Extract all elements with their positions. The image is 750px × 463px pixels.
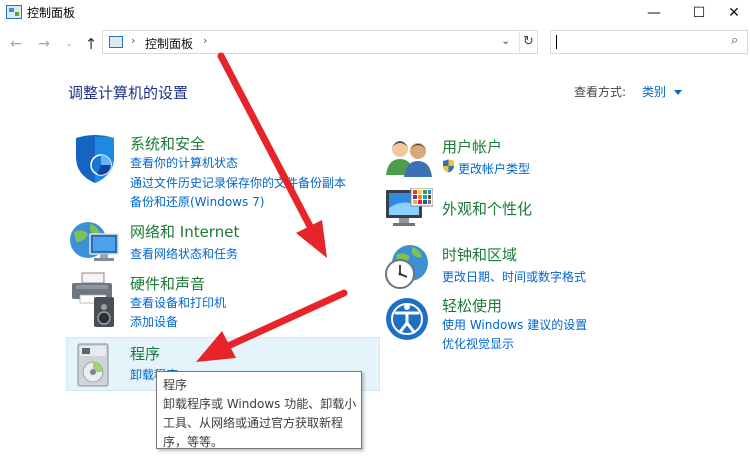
category-user-accounts[interactable]: 用户帐户: [442, 136, 502, 157]
view-by-label: 查看方式:: [574, 85, 627, 99]
network-globe-icon[interactable]: [68, 218, 124, 269]
programs-tooltip: 程序 卸载程序或 Windows 功能、卸载小 工具、从网络或通过官方获取新程 …: [156, 371, 362, 449]
tooltip-line: 序，等等。: [163, 435, 224, 449]
category-hardware-sound[interactable]: 硬件和声音: [130, 273, 205, 294]
forward-button[interactable]: →: [35, 34, 53, 54]
link-view-network-status[interactable]: 查看网络状态和任务: [130, 245, 238, 262]
up-button[interactable]: ↑: [82, 34, 100, 54]
search-icon[interactable]: ⌕: [731, 33, 738, 48]
link-add-device[interactable]: 添加设备: [130, 313, 178, 330]
link-windows-recommended-settings[interactable]: 使用 Windows 建议的设置: [442, 316, 587, 333]
category-system-security[interactable]: 系统和安全: [130, 133, 205, 154]
link-backup-restore[interactable]: 备份和还原(Windows 7): [130, 193, 264, 210]
minimize-button[interactable]: —: [631, 0, 677, 28]
category-network-internet[interactable]: 网络和 Internet: [130, 221, 239, 242]
navigation-bar: ← → ⌄ ↑ › 控制面板 › ⌄ ↻ ⌕: [0, 28, 750, 60]
link-optimize-visual-display[interactable]: 优化视觉显示: [442, 335, 514, 352]
view-by-dropdown[interactable]: 类别: [642, 83, 683, 100]
close-button[interactable]: ✕: [711, 0, 750, 28]
users-icon[interactable]: [384, 137, 434, 180]
category-clock-region[interactable]: 时钟和区域: [442, 244, 517, 265]
breadcrumb-control-panel[interactable]: 控制面板: [145, 35, 193, 52]
recent-locations-button[interactable]: ⌄: [60, 34, 78, 54]
address-bar[interactable]: › 控制面板 › ⌄ ↻: [102, 30, 538, 54]
programs-icon[interactable]: [76, 342, 110, 391]
back-button[interactable]: ←: [7, 34, 25, 54]
refresh-button[interactable]: ↻: [519, 31, 537, 53]
ease-of-access-icon[interactable]: [384, 296, 430, 345]
breadcrumb-separator[interactable]: ›: [203, 34, 207, 47]
link-change-date-time-format[interactable]: 更改日期、时间或数字格式: [442, 268, 586, 285]
breadcrumb-separator[interactable]: ›: [131, 34, 135, 47]
annotation-arrow-head: [296, 220, 327, 258]
uac-shield-icon: [442, 159, 455, 176]
category-programs[interactable]: 程序: [130, 343, 160, 364]
link-view-computer-status[interactable]: 查看你的计算机状态: [130, 154, 238, 171]
link-change-account-type[interactable]: 更改帐户类型: [458, 160, 530, 177]
page-heading: 调整计算机的设置: [68, 84, 189, 102]
chevron-down-icon: [674, 90, 683, 95]
link-devices-printers[interactable]: 查看设备和打印机: [130, 294, 226, 311]
search-input[interactable]: ⌕: [550, 30, 748, 54]
monitor-palette-icon[interactable]: [385, 187, 434, 235]
view-by-value[interactable]: 类别: [642, 85, 666, 99]
clock-globe-icon[interactable]: [382, 243, 432, 294]
control-panel-icon: [6, 5, 22, 19]
tooltip-title: 程序: [163, 378, 188, 392]
link-file-history-backup[interactable]: 通过文件历史记录保存你的文件备份副本: [130, 174, 346, 191]
tooltip-line: 工具、从网络或通过官方获取新程: [163, 416, 344, 430]
title-bar: 控制面板 — ☐ ✕: [0, 0, 750, 28]
tooltip-line: 卸载程序或 Windows 功能、卸载小: [163, 397, 357, 411]
window-title: 控制面板: [27, 6, 76, 20]
printer-speaker-icon[interactable]: [70, 271, 120, 332]
category-ease-of-access[interactable]: 轻松使用: [442, 295, 502, 316]
category-appearance-personalization[interactable]: 外观和个性化: [442, 198, 532, 219]
text-caret: [556, 35, 557, 49]
control-panel-icon: [109, 36, 123, 48]
shield-icon[interactable]: [70, 133, 120, 188]
address-dropdown-icon[interactable]: ⌄: [501, 34, 510, 47]
